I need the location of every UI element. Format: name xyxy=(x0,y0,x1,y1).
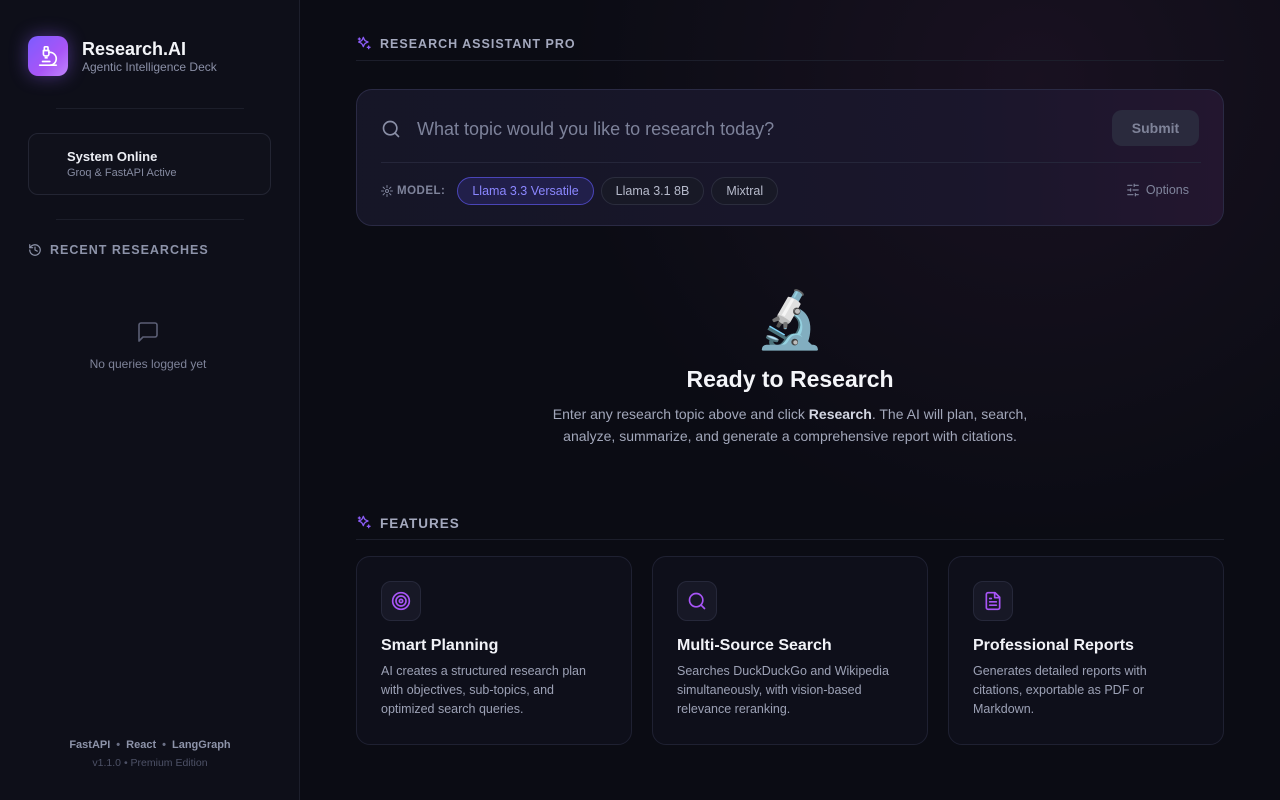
section-header: RESEARCH ASSISTANT PRO xyxy=(356,36,576,52)
version-text: v1.1.0 • Premium Edition xyxy=(92,757,208,769)
status-subtitle: Groq & FastAPI Active xyxy=(67,167,177,179)
feature-card-multi-source-search: Multi-Source Search Searches DuckDuckGo … xyxy=(652,556,928,745)
document-icon xyxy=(973,581,1013,621)
hero-title: Ready to Research xyxy=(686,366,894,392)
options-button[interactable]: Options xyxy=(1126,183,1189,197)
sparkles-icon xyxy=(357,515,371,529)
section-title: RESEARCH ASSISTANT PRO xyxy=(380,37,576,51)
features-header: FEATURES xyxy=(356,515,460,531)
feature-description: Searches DuckDuckGo and Wikipedia simult… xyxy=(677,664,889,716)
submit-button[interactable]: Submit xyxy=(1112,110,1199,146)
options-label: Options xyxy=(1145,183,1189,197)
features-title: FEATURES xyxy=(380,515,460,531)
search-icon xyxy=(677,581,717,621)
empty-history: No queries logged yet xyxy=(0,320,296,371)
model-label-text: MODEL: xyxy=(397,185,446,197)
chat-bubble-icon xyxy=(138,322,158,342)
brand-subtitle: Agentic Intelligence Deck xyxy=(82,60,217,74)
hero-description: Enter any research topic above and click… xyxy=(552,406,1028,444)
model-pill-mixtral[interactable]: Mixtral xyxy=(711,177,779,205)
microscope-icon: 🔬 xyxy=(755,288,825,351)
features-grid: Smart Planning AI creates a structured r… xyxy=(356,556,1224,745)
status-title: System Online xyxy=(67,149,158,164)
sidebar: Research.AI Agentic Intelligence Deck Sy… xyxy=(0,0,300,800)
target-icon xyxy=(381,581,421,621)
system-status-card: System Online Groq & FastAPI Active xyxy=(28,133,271,195)
feature-title: Multi-Source Search xyxy=(677,637,832,654)
sidebar-footer: FastAPI • React • LangGraph v1.1.0 • Premium… xyxy=(0,739,300,769)
feature-title: Professional Reports xyxy=(973,637,1134,654)
sidebar-divider xyxy=(56,108,244,109)
search-card-divider xyxy=(381,162,1201,163)
model-pill-llama-3-3-versatile[interactable]: Llama 3.3 Versatile xyxy=(457,177,594,205)
feature-description: AI creates a structured research plan wi… xyxy=(381,664,586,716)
brand-title: Research.AI xyxy=(82,39,187,59)
sidebar-divider xyxy=(56,219,244,220)
search-card: Submit MODEL: Llama 3.3 Versatile Llama … xyxy=(356,89,1224,226)
empty-history-text: No queries logged yet xyxy=(89,357,207,371)
main-content: RESEARCH ASSISTANT PRO Submit MODEL: Lla… xyxy=(300,0,1280,800)
sparkles-icon xyxy=(357,36,371,50)
section-divider xyxy=(356,60,1224,61)
microscope-logo-icon xyxy=(28,36,68,76)
cpu-icon xyxy=(381,185,393,197)
features-divider xyxy=(356,539,1224,540)
feature-card-professional-reports: Professional Reports Generates detailed … xyxy=(948,556,1224,745)
brand[interactable]: Research.AI Agentic Intelligence Deck xyxy=(28,36,217,76)
search-icon xyxy=(381,119,401,144)
model-pill-llama-3-1-8b[interactable]: Llama 3.1 8B xyxy=(600,177,705,205)
footer-link-react: React xyxy=(126,739,157,751)
history-icon xyxy=(29,244,41,256)
model-label: MODEL: xyxy=(381,185,445,197)
recent-researches-heading: RECENT RESEARCHES xyxy=(28,243,209,257)
feature-title: Smart Planning xyxy=(381,637,499,654)
model-selector: MODEL: Llama 3.3 Versatile Llama 3.1 8B … xyxy=(381,177,785,205)
footer-link-fastapi: FastAPI xyxy=(69,739,111,751)
feature-card-smart-planning: Smart Planning AI creates a structured r… xyxy=(356,556,632,745)
empty-state-hero: 🔬 Ready to Research Enter any research t… xyxy=(356,288,1224,447)
research-topic-input[interactable] xyxy=(417,116,1097,142)
recent-heading-label: RECENT RESEARCHES xyxy=(50,243,209,257)
footer-link-langgraph: LangGraph xyxy=(171,739,231,751)
sliders-icon xyxy=(1127,183,1139,197)
feature-description: Generates detailed reports with citation… xyxy=(973,664,1147,716)
